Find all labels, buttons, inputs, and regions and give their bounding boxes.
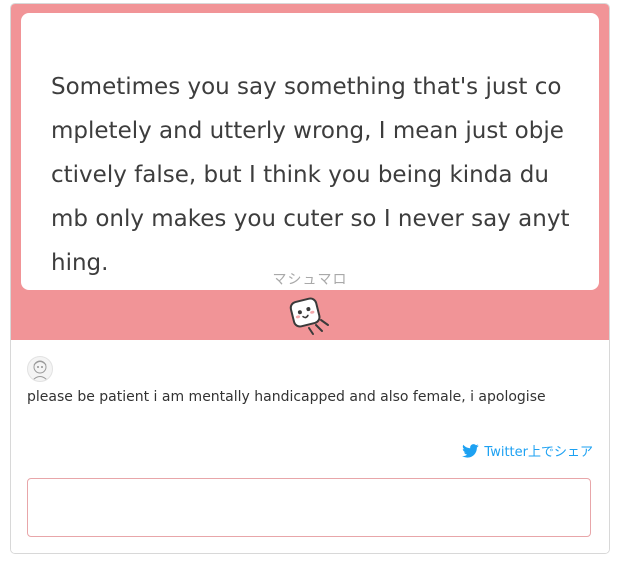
answer-area: please be patient i am mentally handicap…: [11, 340, 609, 553]
answer-text: please be patient i am mentally handicap…: [27, 389, 546, 405]
page: Sometimes you say something that's just …: [0, 0, 617, 564]
share-twitter-link[interactable]: Twitter上でシェア: [462, 441, 593, 460]
marshmallow-card: Sometimes you say something that's just …: [10, 3, 610, 554]
share-label: Twitter上でシェア: [484, 445, 593, 460]
brand-label: マシュマロ: [272, 272, 348, 288]
message-box: Sometimes you say something that's just …: [21, 13, 599, 290]
message-text: Sometimes you say something that's just …: [51, 74, 570, 276]
reply-input[interactable]: [27, 478, 591, 537]
twitter-bird-icon: [462, 443, 480, 458]
marshmallow-mascot-icon: [287, 294, 333, 336]
avatar-icon[interactable]: [27, 356, 53, 382]
message-band: Sometimes you say something that's just …: [11, 4, 609, 340]
